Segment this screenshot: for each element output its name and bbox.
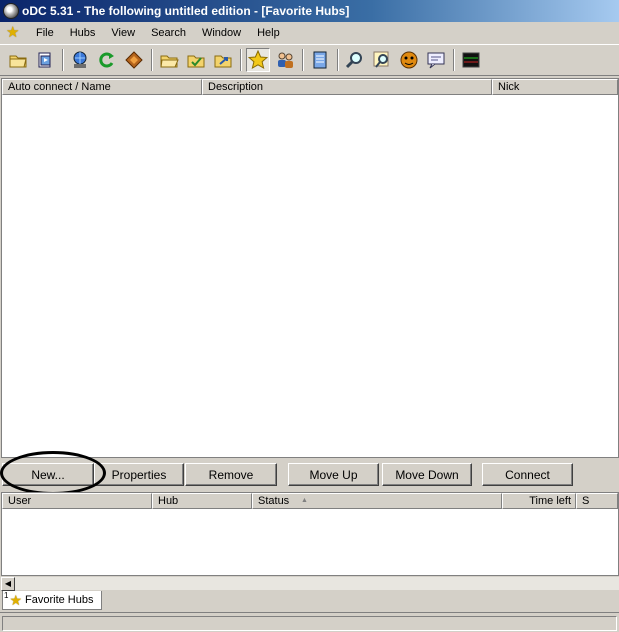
column-header-nick[interactable]: Nick: [492, 79, 618, 95]
menu-help[interactable]: Help: [249, 25, 288, 41]
column-header-user[interactable]: User: [2, 493, 152, 509]
toolbar-separator: [302, 49, 304, 71]
menu-bar: ★ File Hubs View Search Window Help: [0, 22, 619, 43]
toolbar: [0, 44, 619, 76]
menu-file[interactable]: File: [28, 25, 62, 41]
chat-icon[interactable]: [424, 48, 448, 72]
title-bar: oDC 5.31 - The following untitled editio…: [0, 0, 619, 22]
menu-hubs[interactable]: Hubs: [62, 25, 104, 41]
favorite-users-icon[interactable]: [273, 48, 297, 72]
reconnect-icon[interactable]: [122, 48, 146, 72]
notepad-icon[interactable]: [308, 48, 332, 72]
tab-favorite-hubs[interactable]: 1 ★ Favorite Hubs: [2, 591, 102, 610]
app-icon: [3, 3, 19, 19]
horizontal-scrollbar[interactable]: ◀: [1, 576, 619, 591]
status-bar: [0, 612, 619, 632]
transfer-list[interactable]: User Hub Status ▲ Time left S: [1, 492, 619, 576]
scroll-left-icon[interactable]: ◀: [1, 577, 15, 591]
toolbar-separator: [337, 49, 339, 71]
toolbar-separator: [240, 49, 242, 71]
toolbar-separator: [453, 49, 455, 71]
open-folder-icon[interactable]: [6, 48, 30, 72]
search-icon[interactable]: [343, 48, 367, 72]
sort-ascending-icon: ▲: [301, 497, 308, 504]
folder-open-icon[interactable]: [157, 48, 181, 72]
tab-number: 1: [4, 591, 9, 600]
star-icon[interactable]: ★: [6, 24, 22, 41]
window-title: oDC 5.31 - The following untitled editio…: [22, 4, 350, 18]
connect-button[interactable]: Connect: [482, 463, 573, 486]
network-stats-icon[interactable]: [459, 48, 483, 72]
column-header-speed[interactable]: S: [576, 493, 618, 509]
tab-label: Favorite Hubs: [25, 594, 94, 606]
transfer-header: User Hub Status ▲ Time left S: [2, 493, 618, 509]
move-down-button[interactable]: Move Down: [382, 463, 472, 486]
column-header-status[interactable]: Status ▲: [252, 493, 502, 509]
toolbar-separator: [62, 49, 64, 71]
properties-button[interactable]: Properties: [94, 463, 184, 486]
refresh-icon[interactable]: [95, 48, 119, 72]
column-header-name[interactable]: Auto connect / Name: [2, 79, 202, 95]
window-tab-bar: 1 ★ Favorite Hubs: [0, 590, 619, 610]
favorite-hubs-icon[interactable]: [246, 48, 270, 72]
folder-check-icon[interactable]: [184, 48, 208, 72]
toolbar-separator: [151, 49, 153, 71]
status-field: [2, 616, 617, 631]
menu-view[interactable]: View: [103, 25, 143, 41]
network-icon[interactable]: [68, 48, 92, 72]
favorite-hubs-list[interactable]: Auto connect / Name Description Nick: [1, 78, 619, 458]
menu-window[interactable]: Window: [194, 25, 249, 41]
status-label: Status: [258, 495, 290, 507]
column-header-time-left[interactable]: Time left: [502, 493, 576, 509]
new-button[interactable]: New...: [2, 463, 94, 486]
remove-button[interactable]: Remove: [185, 463, 277, 486]
open-file-list-icon[interactable]: [33, 48, 57, 72]
hubs-header: Auto connect / Name Description Nick: [2, 79, 618, 95]
move-up-button[interactable]: Move Up: [288, 463, 379, 486]
folder-arrow-icon[interactable]: [211, 48, 235, 72]
search-spy-icon[interactable]: [370, 48, 394, 72]
column-header-hub[interactable]: Hub: [152, 493, 252, 509]
hub-button-row: New... Properties Remove Move Up Move Do…: [0, 460, 619, 490]
column-header-description[interactable]: Description: [202, 79, 492, 95]
star-icon: ★: [9, 591, 23, 608]
ad-search-icon[interactable]: [397, 48, 421, 72]
menu-search[interactable]: Search: [143, 25, 194, 41]
